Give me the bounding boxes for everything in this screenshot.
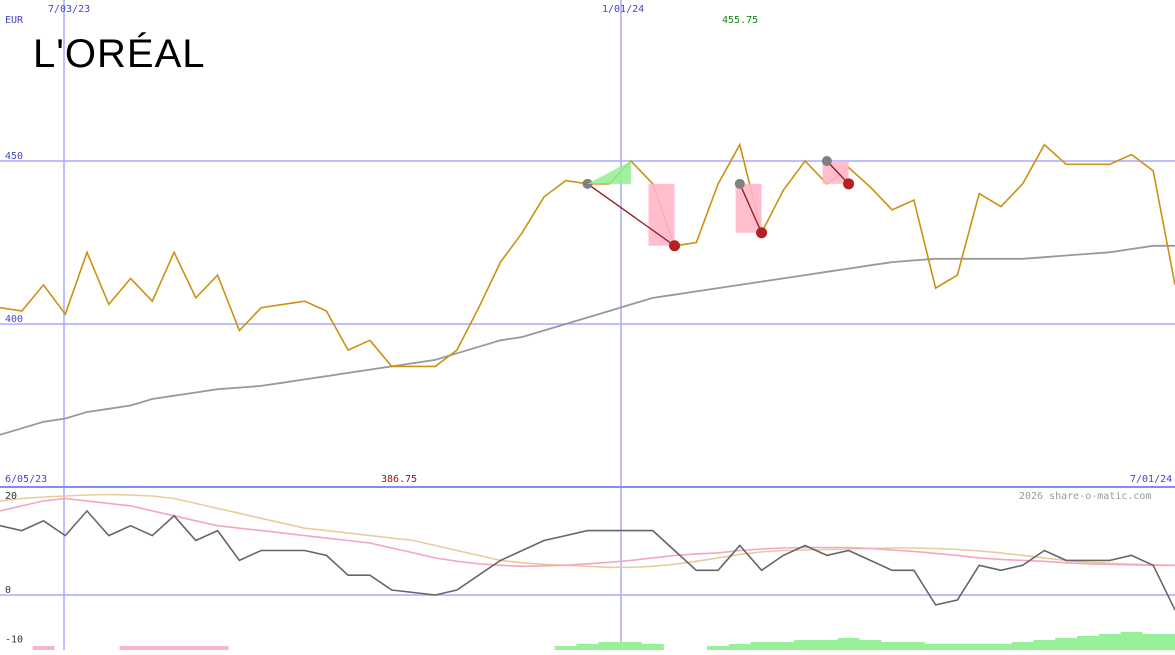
range-end-label: 7/01/24 [1130,474,1172,485]
rise-triangle-0 [587,161,632,184]
logo-text: L'ORÉAL [33,31,206,76]
histogram-bar [794,640,817,650]
watermark: 2026 share-o-matic.com [1019,491,1151,502]
histogram-bar [837,638,860,650]
histogram-bar [554,646,577,650]
osc-y-tick-20: 20 [5,491,17,502]
histogram-bar [141,646,164,650]
top-date-label-2: 1/01/24 [602,4,644,15]
histogram-bar [859,640,882,650]
chart-container: 450 400 20 0 -10 L'ORÉAL EUR 7/03/23 1/01/24… [0,0,1175,650]
histogram-bar [641,644,664,650]
histogram-bar [1142,634,1165,650]
histogram-bar [119,646,142,650]
y-tick-450: 450 [5,151,23,162]
histogram-bar [184,646,207,650]
swing-end-marker-2 [843,178,855,190]
moving-average-line [0,244,1175,436]
low-label: 386.75 [381,474,417,485]
histogram-bar [707,646,730,650]
histogram-bar [750,642,773,650]
top-date-label-1: 7/03/23 [48,4,90,15]
histogram-bar [1098,634,1121,650]
signal-line-pink [0,497,1175,568]
currency-label: EUR [5,15,24,26]
range-start-label: 6/05/23 [5,474,47,485]
histogram-bar [989,644,1012,650]
price-line [0,142,1175,368]
osc-y-tick-0: 0 [5,585,11,596]
swing-start-marker-1 [734,178,745,189]
histogram-bar [1055,638,1078,650]
histogram-bar [815,640,838,650]
histogram-bar [32,646,55,650]
swing-start-marker-2 [821,156,832,166]
histogram-bar [206,646,229,650]
histogram-bar [163,646,186,650]
chart-svg: 450 400 20 0 -10 L'ORÉAL EUR 7/03/23 1/01/24… [0,0,1175,650]
osc-y-tick--10: -10 [5,635,23,646]
y-tick-400: 400 [5,314,23,325]
histogram-bar [1011,642,1034,650]
histogram-bar [1164,634,1175,650]
swing-end-marker-1 [756,227,768,239]
histogram-bar [902,642,925,650]
histogram-bar [924,644,947,650]
histogram-bar [946,644,969,650]
histogram-bar [620,642,643,650]
histogram-bar [1076,636,1099,650]
histogram-bar [1033,640,1056,650]
histogram-bar [728,644,751,650]
high-label: 455.75 [722,15,758,26]
histogram-bar [968,644,991,650]
histogram-bar [1120,632,1143,650]
swing-end-marker-0 [669,240,681,252]
histogram-bar [598,642,621,650]
histogram-bar [881,642,904,650]
histogram-bar [772,642,795,650]
histogram-bar [576,644,599,650]
